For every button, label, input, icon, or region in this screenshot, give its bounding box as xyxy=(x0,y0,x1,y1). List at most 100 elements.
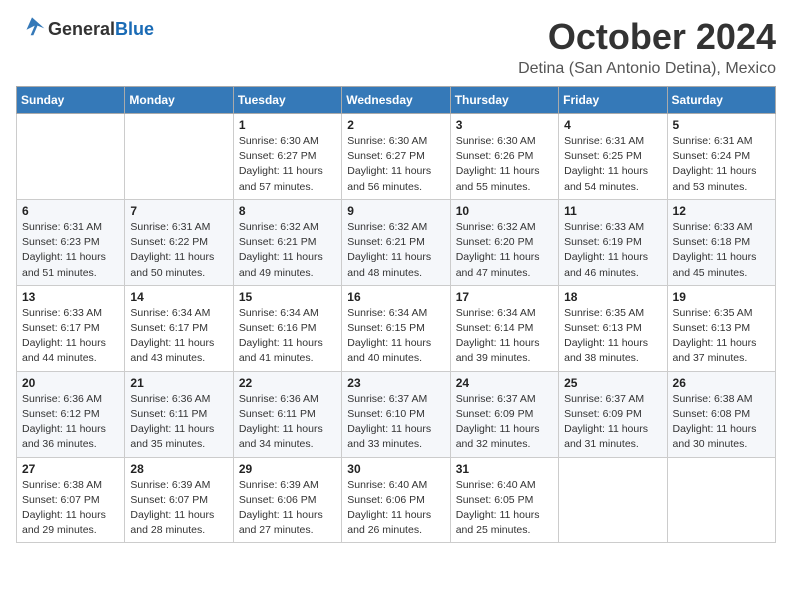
day-number: 12 xyxy=(673,204,770,218)
day-number: 17 xyxy=(456,290,553,304)
day-number: 1 xyxy=(239,118,336,132)
header-saturday: Saturday xyxy=(667,87,775,114)
day-info: Sunrise: 6:36 AM Sunset: 6:12 PM Dayligh… xyxy=(22,392,119,453)
day-info: Sunrise: 6:32 AM Sunset: 6:20 PM Dayligh… xyxy=(456,220,553,281)
day-number: 16 xyxy=(347,290,444,304)
day-number: 26 xyxy=(673,376,770,390)
title-area: October 2024 Detina (San Antonio Detina)… xyxy=(518,16,776,78)
day-info: Sunrise: 6:31 AM Sunset: 6:24 PM Dayligh… xyxy=(673,134,770,195)
calendar-cell: 20 Sunrise: 6:36 AM Sunset: 6:12 PM Dayli… xyxy=(17,371,125,457)
day-number: 28 xyxy=(130,462,227,476)
calendar-cell: 29 Sunrise: 6:39 AM Sunset: 6:06 PM Dayli… xyxy=(233,457,341,543)
day-number: 8 xyxy=(239,204,336,218)
calendar-cell: 14Sunrise: 6:34 AM Sunset: 6:17 PM Dayli… xyxy=(125,285,233,371)
calendar-cell: 23 Sunrise: 6:37 AM Sunset: 6:10 PM Dayli… xyxy=(342,371,450,457)
day-info: Sunrise: 6:30 AM Sunset: 6:27 PM Dayligh… xyxy=(239,134,336,195)
calendar-cell: 16Sunrise: 6:34 AM Sunset: 6:15 PM Dayli… xyxy=(342,285,450,371)
day-info: Sunrise: 6:32 AM Sunset: 6:21 PM Dayligh… xyxy=(347,220,444,281)
day-number: 13 xyxy=(22,290,119,304)
day-number: 29 xyxy=(239,462,336,476)
day-number: 7 xyxy=(130,204,227,218)
day-number: 2 xyxy=(347,118,444,132)
calendar-cell: 24Sunrise: 6:37 AM Sunset: 6:09 PM Dayli… xyxy=(450,371,558,457)
calendar-cell: 31 Sunrise: 6:40 AM Sunset: 6:05 PM Dayli… xyxy=(450,457,558,543)
calendar-cell: 4Sunrise: 6:31 AM Sunset: 6:25 PM Daylig… xyxy=(559,114,667,200)
day-number: 22 xyxy=(239,376,336,390)
header-sunday: Sunday xyxy=(17,87,125,114)
location-title: Detina (San Antonio Detina), Mexico xyxy=(518,60,776,78)
day-info: Sunrise: 6:31 AM Sunset: 6:22 PM Dayligh… xyxy=(130,220,227,281)
day-info: Sunrise: 6:33 AM Sunset: 6:18 PM Dayligh… xyxy=(673,220,770,281)
calendar-cell: 13 Sunrise: 6:33 AM Sunset: 6:17 PM Dayli… xyxy=(17,285,125,371)
day-info: Sunrise: 6:31 AM Sunset: 6:25 PM Dayligh… xyxy=(564,134,661,195)
calendar-cell: 1 Sunrise: 6:30 AM Sunset: 6:27 PM Daylig… xyxy=(233,114,341,200)
calendar-cell: 25 Sunrise: 6:37 AM Sunset: 6:09 PM Dayli… xyxy=(559,371,667,457)
logo-text: General Blue xyxy=(48,19,154,40)
calendar-cell: 7 Sunrise: 6:31 AM Sunset: 6:22 PM Daylig… xyxy=(125,199,233,285)
day-info: Sunrise: 6:37 AM Sunset: 6:10 PM Dayligh… xyxy=(347,392,444,453)
day-info: Sunrise: 6:35 AM Sunset: 6:13 PM Dayligh… xyxy=(564,306,661,367)
calendar-cell xyxy=(17,114,125,200)
day-number: 23 xyxy=(347,376,444,390)
day-number: 9 xyxy=(347,204,444,218)
logo-icon xyxy=(18,16,46,38)
calendar-cell: 19 Sunrise: 6:35 AM Sunset: 6:13 PM Dayli… xyxy=(667,285,775,371)
day-number: 27 xyxy=(22,462,119,476)
calendar-cell: 26 Sunrise: 6:38 AM Sunset: 6:08 PM Dayli… xyxy=(667,371,775,457)
day-number: 19 xyxy=(673,290,770,304)
calendar-cell: 21 Sunrise: 6:36 AM Sunset: 6:11 PM Dayli… xyxy=(125,371,233,457)
day-info: Sunrise: 6:39 AM Sunset: 6:06 PM Dayligh… xyxy=(239,478,336,539)
day-number: 21 xyxy=(130,376,227,390)
day-info: Sunrise: 6:36 AM Sunset: 6:11 PM Dayligh… xyxy=(239,392,336,453)
day-number: 11 xyxy=(564,204,661,218)
day-info: Sunrise: 6:34 AM Sunset: 6:14 PM Dayligh… xyxy=(456,306,553,367)
day-number: 15 xyxy=(239,290,336,304)
day-number: 20 xyxy=(22,376,119,390)
calendar-cell xyxy=(125,114,233,200)
logo-block xyxy=(16,16,46,43)
calendar-cell: 6Sunrise: 6:31 AM Sunset: 6:23 PM Daylig… xyxy=(17,199,125,285)
calendar-cell: 9 Sunrise: 6:32 AM Sunset: 6:21 PM Daylig… xyxy=(342,199,450,285)
calendar-cell: 18 Sunrise: 6:35 AM Sunset: 6:13 PM Dayli… xyxy=(559,285,667,371)
day-number: 10 xyxy=(456,204,553,218)
week-row-2: 13 Sunrise: 6:33 AM Sunset: 6:17 PM Dayli… xyxy=(17,285,776,371)
logo-blue: Blue xyxy=(115,19,154,40)
day-number: 25 xyxy=(564,376,661,390)
month-title: October 2024 xyxy=(518,16,776,58)
calendar-cell: 2Sunrise: 6:30 AM Sunset: 6:27 PM Daylig… xyxy=(342,114,450,200)
header-tuesday: Tuesday xyxy=(233,87,341,114)
day-info: Sunrise: 6:35 AM Sunset: 6:13 PM Dayligh… xyxy=(673,306,770,367)
day-number: 5 xyxy=(673,118,770,132)
calendar-cell: 5 Sunrise: 6:31 AM Sunset: 6:24 PM Daylig… xyxy=(667,114,775,200)
day-info: Sunrise: 6:40 AM Sunset: 6:06 PM Dayligh… xyxy=(347,478,444,539)
day-number: 6 xyxy=(22,204,119,218)
day-info: Sunrise: 6:40 AM Sunset: 6:05 PM Dayligh… xyxy=(456,478,553,539)
day-info: Sunrise: 6:33 AM Sunset: 6:19 PM Dayligh… xyxy=(564,220,661,281)
day-info: Sunrise: 6:38 AM Sunset: 6:08 PM Dayligh… xyxy=(673,392,770,453)
week-row-0: 1 Sunrise: 6:30 AM Sunset: 6:27 PM Daylig… xyxy=(17,114,776,200)
calendar-cell: 28 Sunrise: 6:39 AM Sunset: 6:07 PM Dayli… xyxy=(125,457,233,543)
day-info: Sunrise: 6:36 AM Sunset: 6:11 PM Dayligh… xyxy=(130,392,227,453)
header-monday: Monday xyxy=(125,87,233,114)
logo: General Blue xyxy=(16,16,154,43)
day-info: Sunrise: 6:30 AM Sunset: 6:26 PM Dayligh… xyxy=(456,134,553,195)
day-number: 18 xyxy=(564,290,661,304)
calendar-cell: 12 Sunrise: 6:33 AM Sunset: 6:18 PM Dayli… xyxy=(667,199,775,285)
day-info: Sunrise: 6:33 AM Sunset: 6:17 PM Dayligh… xyxy=(22,306,119,367)
calendar-cell xyxy=(559,457,667,543)
calendar-cell: 22 Sunrise: 6:36 AM Sunset: 6:11 PM Dayli… xyxy=(233,371,341,457)
calendar-cell: 11 Sunrise: 6:33 AM Sunset: 6:19 PM Dayli… xyxy=(559,199,667,285)
day-info: Sunrise: 6:38 AM Sunset: 6:07 PM Dayligh… xyxy=(22,478,119,539)
day-info: Sunrise: 6:39 AM Sunset: 6:07 PM Dayligh… xyxy=(130,478,227,539)
day-info: Sunrise: 6:34 AM Sunset: 6:16 PM Dayligh… xyxy=(239,306,336,367)
logo-general: General xyxy=(48,19,115,40)
day-info: Sunrise: 6:37 AM Sunset: 6:09 PM Dayligh… xyxy=(564,392,661,453)
calendar-cell: 3Sunrise: 6:30 AM Sunset: 6:26 PM Daylig… xyxy=(450,114,558,200)
week-row-1: 6Sunrise: 6:31 AM Sunset: 6:23 PM Daylig… xyxy=(17,199,776,285)
calendar-cell: 8Sunrise: 6:32 AM Sunset: 6:21 PM Daylig… xyxy=(233,199,341,285)
calendar-cell: 15 Sunrise: 6:34 AM Sunset: 6:16 PM Dayli… xyxy=(233,285,341,371)
calendar-table: SundayMondayTuesdayWednesdayThursdayFrid… xyxy=(16,86,776,543)
page-header: General Blue October 2024 Detina (San An… xyxy=(16,16,776,78)
day-number: 31 xyxy=(456,462,553,476)
week-row-4: 27 Sunrise: 6:38 AM Sunset: 6:07 PM Dayli… xyxy=(17,457,776,543)
